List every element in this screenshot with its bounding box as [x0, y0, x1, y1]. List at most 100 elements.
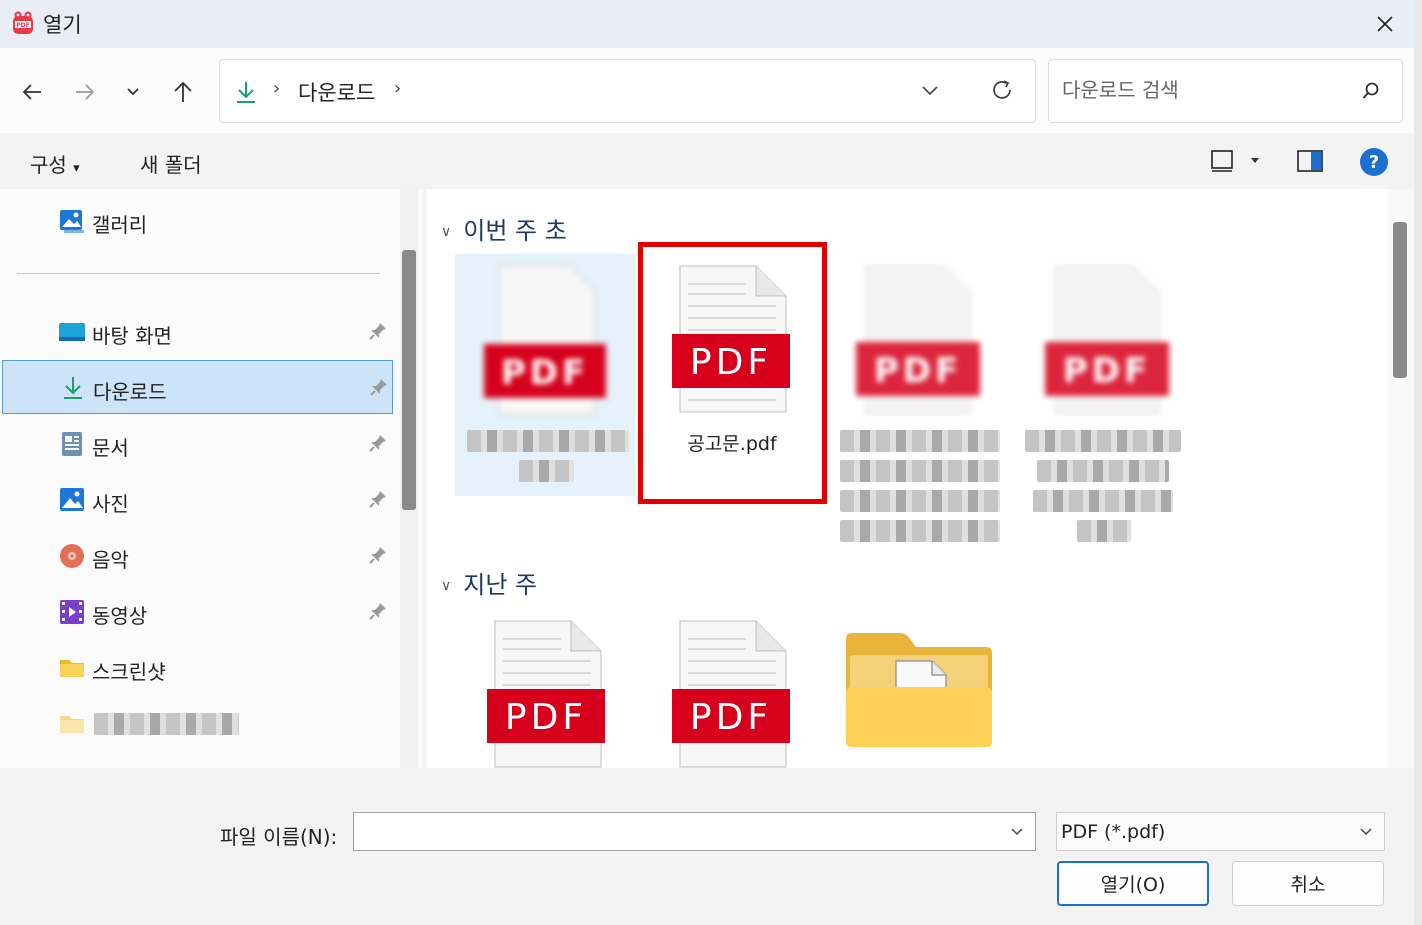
blurred-file-name — [1033, 490, 1173, 512]
sidebar-item-blurred-folder[interactable] — [2, 697, 393, 751]
folder-tile[interactable] — [832, 609, 1012, 768]
open-file-dialog: PDF 열기 › 다운로드 › 다운로드 검색 구성 ▾ 새 폴더 ? 갤러리 … — [0, 0, 1414, 925]
view-options-icon[interactable] — [1210, 149, 1236, 173]
arrow-up-icon — [174, 81, 192, 102]
navigation-bar: › 다운로드 › — [0, 48, 1414, 133]
sidebar-item-gallery[interactable]: 갤러리 — [2, 194, 393, 248]
navigation-pane: 갤러리 바탕 화면 다운로드 문서 사진 음악 동영상 스크린샷 — [0, 189, 423, 768]
group-header-last-week[interactable]: ∨ 지난 주 — [441, 565, 537, 600]
pdf-badge: PDF — [505, 697, 587, 738]
blurred-file-name — [467, 430, 629, 452]
documents-icon — [62, 432, 82, 456]
sidebar-item-label: 스크린샷 — [92, 660, 166, 684]
pin-icon[interactable] — [368, 545, 388, 565]
blurred-file-name — [840, 490, 1000, 512]
sidebar-item-label: 음악 — [92, 548, 129, 572]
sidebar-scrollbar-thumb[interactable] — [402, 250, 416, 510]
file-tile[interactable]: PDF — [832, 254, 1012, 544]
cancel-button[interactable]: 취소 — [1232, 861, 1384, 906]
blurred-file-name — [840, 430, 1000, 452]
breadcrumb-downloads[interactable]: 다운로드 — [298, 77, 375, 107]
search-input[interactable] — [1062, 78, 1352, 102]
pin-icon[interactable] — [368, 433, 388, 453]
group-label: 지난 주 — [463, 571, 538, 599]
close-icon — [1377, 16, 1393, 32]
pin-icon[interactable] — [369, 377, 389, 397]
organize-button[interactable]: 구성 ▾ — [30, 149, 80, 178]
refresh-icon[interactable] — [990, 78, 1014, 102]
pdf-file-icon: PDF — [487, 620, 605, 768]
sidebar-item-music[interactable]: 음악 — [2, 529, 393, 583]
pin-icon[interactable] — [368, 489, 388, 509]
sidebar-item-label: 문서 — [92, 436, 129, 460]
preview-pane-icon[interactable] — [1297, 150, 1323, 172]
chevron-down-icon[interactable] — [920, 80, 940, 100]
blurred-file-name — [1025, 430, 1181, 452]
breadcrumb-separator[interactable]: › — [394, 78, 401, 99]
chevron-down-icon: ∨ — [441, 578, 452, 594]
close-button[interactable] — [1364, 4, 1406, 44]
file-tile[interactable]: PDF — [1021, 254, 1201, 544]
search-icon — [1362, 82, 1379, 99]
caret-down-icon[interactable] — [1250, 157, 1260, 165]
filename-combobox[interactable] — [353, 812, 1036, 851]
sidebar-item-downloads[interactable]: 다운로드 — [2, 360, 393, 414]
sidebar-item-desktop[interactable]: 바탕 화면 — [2, 305, 393, 359]
file-tile[interactable]: PDF — [642, 609, 822, 768]
search-box[interactable] — [1048, 59, 1403, 123]
chevron-down-icon[interactable] — [1010, 825, 1024, 839]
file-name: 공고문.pdf — [687, 433, 777, 455]
file-tile[interactable]: PDF — [455, 254, 635, 496]
file-tile[interactable]: PDF — [455, 609, 635, 768]
chevron-down-icon — [127, 88, 139, 96]
download-icon — [64, 377, 82, 399]
sidebar-item-label: 바탕 화면 — [92, 324, 172, 348]
open-button[interactable]: 열기(O) — [1057, 861, 1209, 906]
forward-button[interactable] — [65, 72, 105, 112]
folder-icon — [846, 633, 992, 747]
recent-locations-button[interactable] — [113, 72, 153, 112]
sidebar-item-label: 사진 — [92, 492, 129, 516]
pdf-file-icon: PDF — [672, 265, 790, 413]
pdf-badge: PDF — [501, 353, 589, 393]
sidebar-item-screenshots[interactable]: 스크린샷 — [2, 641, 393, 695]
sidebar-item-videos[interactable]: 동영상 — [2, 585, 393, 639]
up-button[interactable] — [163, 72, 203, 112]
arrow-left-icon — [22, 84, 41, 100]
sidebar-item-label: 동영상 — [92, 604, 148, 628]
pin-icon[interactable] — [368, 321, 388, 341]
blurred-file-name — [1077, 520, 1131, 542]
file-tile-highlighted[interactable]: PDF 공고문.pdf — [642, 254, 822, 494]
sidebar-item-pictures[interactable]: 사진 — [2, 473, 393, 527]
videos-icon — [60, 600, 84, 624]
new-folder-button[interactable]: 새 폴더 — [140, 149, 202, 178]
pdf-badge: PDF — [690, 342, 772, 383]
filetype-value: PDF (*.pdf) — [1061, 821, 1166, 843]
pdf-file-icon: PDF — [484, 265, 606, 415]
back-button[interactable] — [12, 72, 52, 112]
file-list-view: ∨ 이번 주 초 PDF PDF 공고문.pdf PDF PDF ∨ 지난 주 … — [427, 189, 1387, 768]
pictures-icon — [60, 488, 84, 511]
blurred-file-name — [840, 460, 1000, 482]
pdf-app-icon: PDF — [13, 11, 33, 34]
pdf-badge: PDF — [874, 351, 962, 391]
pdf-file-icon: PDF — [856, 265, 980, 415]
group-label: 이번 주 초 — [463, 217, 567, 245]
pin-icon[interactable] — [368, 601, 388, 621]
chevron-down-icon — [1360, 828, 1372, 836]
organize-caret: ▾ — [73, 161, 80, 176]
content-scrollbar-thumb[interactable] — [1393, 222, 1407, 378]
desktop-icon — [59, 323, 85, 341]
filetype-select[interactable]: PDF (*.pdf) — [1056, 812, 1385, 851]
pdf-badge: PDF — [1063, 351, 1151, 391]
pdf-file-icon: PDF — [1045, 265, 1169, 415]
window-title: 열기 — [43, 13, 82, 37]
pdf-badge: PDF — [690, 697, 772, 738]
filename-input[interactable] — [360, 819, 1000, 841]
address-bar[interactable]: › 다운로드 › — [219, 59, 1036, 123]
help-button[interactable]: ? — [1360, 148, 1388, 176]
sidebar-item-documents[interactable]: 문서 — [2, 417, 393, 471]
music-icon — [60, 544, 84, 568]
group-header-this-week[interactable]: ∨ 이번 주 초 — [441, 211, 567, 246]
blurred-file-name — [840, 520, 1000, 542]
